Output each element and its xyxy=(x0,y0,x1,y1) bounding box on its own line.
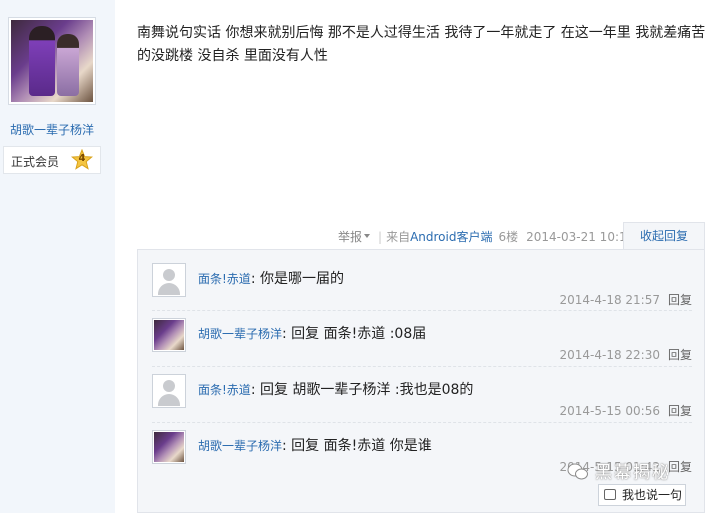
reply-item: 面条!赤道: 你是哪一届的 2014-4-18 21:57 回复 xyxy=(152,258,692,314)
reply-username[interactable]: 面条!赤道 xyxy=(198,272,251,286)
default-avatar[interactable] xyxy=(152,374,186,408)
reply-username[interactable]: 面条!赤道 xyxy=(198,383,251,397)
reply-line: 胡歌一辈子杨洋: 回复 面条!赤道 :08届 xyxy=(198,323,426,343)
reply-meta: 2014-4-18 21:57 回复 xyxy=(559,291,692,308)
person-icon xyxy=(163,269,175,281)
reply-button[interactable]: 回复 xyxy=(668,348,692,362)
avatar-figure xyxy=(29,26,55,96)
reply-meta: 2014-4-18 22:30 回复 xyxy=(559,346,692,363)
reply-text: : 回复 面条!赤道 你是谁 xyxy=(282,438,432,454)
reply-divider xyxy=(152,422,692,423)
reply-username[interactable]: 胡歌一辈子杨洋 xyxy=(198,439,282,453)
default-avatar[interactable] xyxy=(152,263,186,297)
author-sidebar: 胡歌一辈子杨洋 正式会员 4 xyxy=(0,0,115,513)
android-client-link[interactable]: Android客户端 xyxy=(410,230,492,244)
reply-time: 2014-4-18 22:30 xyxy=(559,348,660,362)
photo-avatar[interactable] xyxy=(152,430,186,464)
collapse-replies-button[interactable]: 收起回复 xyxy=(623,222,705,250)
avatar-photo xyxy=(154,320,184,350)
reply-button[interactable]: 回复 xyxy=(668,293,692,307)
say-button-label: 我也说一句 xyxy=(622,488,683,502)
watermark-text: 黑幕揭秘 xyxy=(595,463,671,483)
reply-item: 面条!赤道: 回复 胡歌一辈子杨洋 :我也是08的 2014-5-15 00:5… xyxy=(152,369,692,425)
reply-text: : 回复 面条!赤道 :08届 xyxy=(282,326,427,342)
member-badge: 正式会员 4 xyxy=(3,146,101,174)
reply-time: 2014-5-15 00:56 xyxy=(559,404,660,418)
member-label: 正式会员 xyxy=(11,155,60,169)
reply-button[interactable]: 回复 xyxy=(668,460,692,474)
client-prefix: 来自 xyxy=(386,230,411,244)
post-meta-bar: 举报 | 来自Android客户端 6楼 2014-03-21 10:10 xyxy=(338,228,635,245)
author-avatar[interactable] xyxy=(8,17,96,105)
caret-down-icon[interactable] xyxy=(364,233,371,238)
post-content: 南舞说句实话 你想来就别后悔 那不是人过得生活 我待了一年就走了 在这一年里 我… xyxy=(137,25,706,64)
reply-line: 面条!赤道: 回复 胡歌一辈子杨洋 :我也是08的 xyxy=(198,379,473,399)
avatar-photo xyxy=(11,20,93,102)
say-something-button[interactable]: 我也说一句 xyxy=(598,484,686,506)
person-icon xyxy=(158,394,180,406)
floor-number: 6楼 xyxy=(498,230,519,244)
avatar-photo xyxy=(154,432,184,462)
reply-line: 胡歌一辈子杨洋: 回复 面条!赤道 你是谁 xyxy=(198,435,432,455)
person-icon xyxy=(158,283,180,295)
reply-button[interactable]: 回复 xyxy=(668,404,692,418)
level-number: 4 xyxy=(78,153,86,164)
divider: | xyxy=(378,229,383,244)
reply-divider xyxy=(152,310,692,311)
reply-meta: 2014-5-15 00:56 回复 xyxy=(559,402,692,419)
reply-text: : 你是哪一届的 xyxy=(250,271,344,287)
photo-avatar[interactable] xyxy=(152,318,186,352)
comment-icon xyxy=(604,489,616,500)
reply-time: 2014-4-18 21:57 xyxy=(559,293,660,307)
level-star-icon: 4 xyxy=(70,148,94,171)
reply-username[interactable]: 胡歌一辈子杨洋 xyxy=(198,327,282,341)
reply-item: 胡歌一辈子杨洋: 回复 面条!赤道 :08届 2014-4-18 22:30 回复 xyxy=(152,313,692,369)
reply-line: 面条!赤道: 你是哪一届的 xyxy=(198,268,344,288)
wechat-icon xyxy=(567,463,589,481)
post-time: 2014-03-21 10:10 xyxy=(526,229,635,244)
author-username[interactable]: 胡歌一辈子杨洋 xyxy=(0,121,104,138)
reply-divider xyxy=(152,366,692,367)
report-button[interactable]: 举报 xyxy=(338,230,362,244)
avatar-figure xyxy=(57,34,79,96)
reply-text: : 回复 胡歌一辈子杨洋 :我也是08的 xyxy=(250,382,474,398)
person-icon xyxy=(163,380,175,392)
